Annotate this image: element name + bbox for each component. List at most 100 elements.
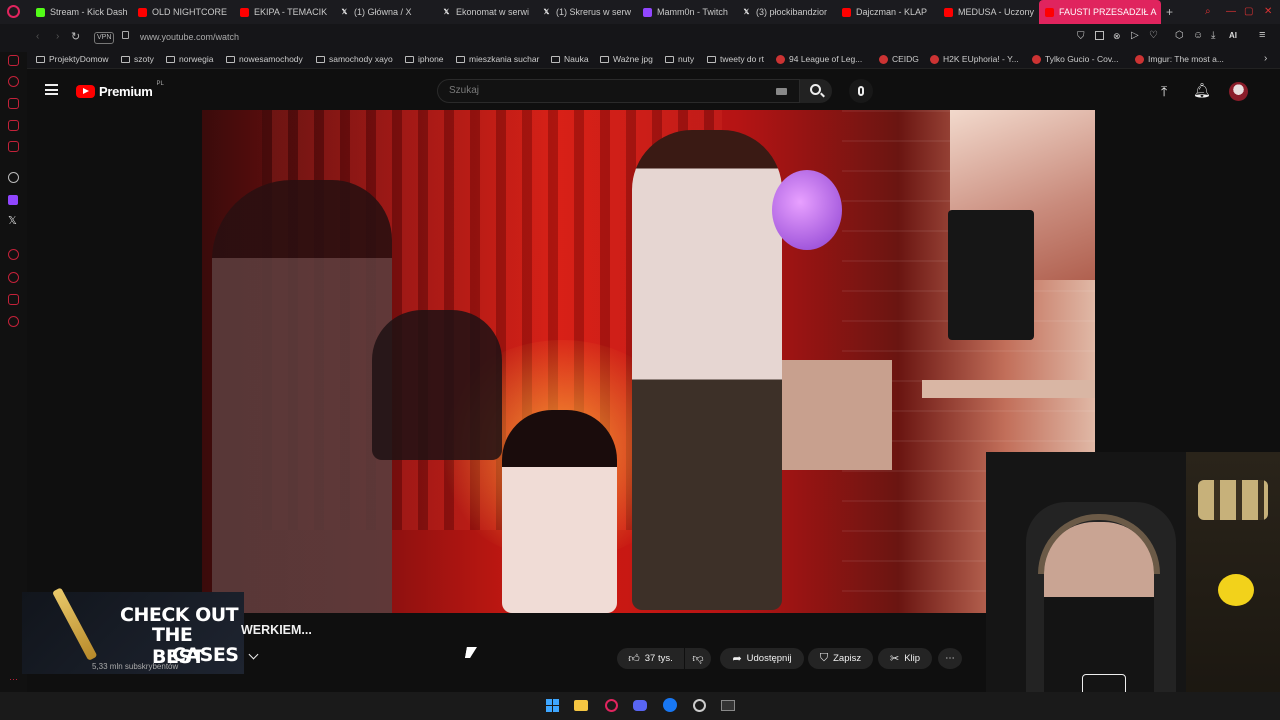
bookmark-label: iphone [418, 54, 444, 64]
sidebar-x-icon[interactable]: 𝕏 [8, 214, 17, 227]
profile-icon[interactable]: ☺ [1193, 30, 1203, 41]
minimize-icon[interactable]: — [1226, 6, 1236, 17]
sidebar-music-icon[interactable] [8, 141, 19, 152]
player-icon[interactable]: ▷ [1131, 30, 1139, 41]
more-actions-button[interactable]: ⋯ [938, 648, 962, 669]
windows-start-icon[interactable] [544, 697, 560, 713]
bookmark-label: H2K EUphoria! - Y... [943, 54, 1019, 64]
bookmark-item[interactable]: Imgur: The most a... [1135, 54, 1224, 64]
webcam-overlay [986, 452, 1280, 720]
vpn-badge[interactable]: VPN [94, 32, 115, 44]
tab-9[interactable]: MEDUSA - Uczony [938, 0, 1036, 24]
search-button[interactable] [800, 79, 832, 103]
tab-0[interactable]: Stream - Kick Dash [30, 0, 128, 24]
sidebar-more-icon[interactable]: ⋯ [9, 674, 18, 685]
tab-3[interactable]: 𝕏 (1) Główna / X [334, 0, 432, 24]
sidebar-extensions-icon[interactable] [8, 294, 19, 305]
tab-10[interactable]: FAUSTI PRZESADZIŁ A [1039, 0, 1161, 24]
dislike-button[interactable]: 👎︎ [685, 648, 711, 669]
tab-1[interactable]: OLD NIGHTCORE [132, 0, 230, 24]
channel-expand-chevron-icon[interactable] [248, 649, 259, 660]
sidebar-chatgpt-icon[interactable] [8, 172, 19, 183]
download-icon[interactable]: ⤓ [1211, 30, 1215, 41]
maximize-icon[interactable]: ▢ [1244, 6, 1253, 17]
video-frame-balloon [772, 170, 842, 250]
sidebar-workspace-icon[interactable] [8, 98, 19, 109]
site-favicon-icon [1135, 54, 1144, 64]
notifications-bell-icon[interactable]: 🔔︎ [1193, 82, 1211, 99]
file-explorer-icon[interactable] [573, 697, 589, 713]
opera-logo-icon[interactable] [7, 5, 20, 18]
sidebar-messages-icon[interactable] [8, 120, 19, 131]
forward-icon[interactable]: › [56, 31, 59, 42]
sidebar-aria-icon[interactable] [8, 76, 19, 87]
url-field[interactable]: www.youtube.com/watch [140, 32, 239, 42]
lock-icon [122, 31, 129, 39]
discord-icon[interactable] [632, 697, 648, 713]
sidebar-home-icon[interactable] [8, 55, 19, 66]
share-button[interactable]: ➦ Udostępnij [720, 648, 804, 669]
tab-5[interactable]: 𝕏 (1) Skrerus w serw [536, 0, 632, 24]
extensions-icon[interactable]: ⬡ [1175, 30, 1184, 41]
like-button[interactable]: 👍︎ 37 tys. [617, 648, 684, 669]
bookmark-item[interactable]: tweety do rt [707, 54, 764, 64]
x-icon: 𝕏 [443, 9, 450, 16]
bookmark-item[interactable]: H2K EUphoria! - Y... [930, 54, 1019, 64]
bookmark-item[interactable]: ProjektyDomow [36, 54, 109, 64]
video-frame-person-left [212, 180, 392, 613]
bookmark-item[interactable]: Tylko Gucio - Cov... [1032, 54, 1119, 64]
clip-button[interactable]: ✂ Klip [878, 648, 932, 669]
video-player[interactable] [202, 110, 1095, 613]
bookmark-icon[interactable]: ⛉ [1077, 31, 1085, 42]
reload-icon[interactable]: ↻ [71, 30, 80, 43]
new-tab-button[interactable]: + [1166, 5, 1173, 19]
bookmark-item[interactable]: Ważne jpg [600, 54, 653, 64]
steam-icon[interactable] [691, 697, 707, 713]
bookmark-item[interactable]: Nauka [551, 54, 589, 64]
bookmark-item[interactable]: nowesamochody [226, 54, 303, 64]
folder-icon [707, 55, 716, 63]
video-title: WERKIEM... [241, 623, 312, 637]
bookmark-item[interactable]: samochody xayo [316, 54, 393, 64]
sidebar-history-icon[interactable] [8, 249, 19, 260]
search-input[interactable]: Szukaj [437, 79, 800, 103]
close-window-icon[interactable]: ✕ [1264, 6, 1272, 17]
youtube-logo[interactable]: Premium PL [76, 81, 164, 99]
tab-6[interactable]: Mamm0n - Twitch [637, 0, 732, 24]
save-button[interactable]: ⛉ Zapisz [808, 648, 873, 669]
hamburger-menu-icon[interactable] [45, 84, 58, 95]
sidebar-settings-icon[interactable] [8, 316, 19, 327]
snapshot-icon[interactable] [1095, 31, 1104, 40]
x-icon: 𝕏 [743, 9, 750, 16]
bookmark-item[interactable]: nuty [665, 54, 694, 64]
menu-icon[interactable]: ≡ [1259, 29, 1265, 41]
ad-line-3: CASES [172, 644, 239, 666]
terminal-icon[interactable] [720, 697, 736, 713]
keyboard-icon[interactable] [776, 88, 787, 95]
bookmark-item[interactable]: mieszkania suchar [456, 54, 539, 64]
voice-search-button[interactable] [849, 79, 873, 103]
sidebar-twitch-icon[interactable] [8, 195, 18, 205]
heart-icon[interactable]: ♡ [1149, 30, 1158, 41]
bookmark-item[interactable]: 94 League of Leg... [776, 54, 862, 64]
search-tabs-icon[interactable]: ⌕ [1205, 6, 1211, 17]
tab-8[interactable]: Dajczman - KLAP [836, 0, 934, 24]
back-icon[interactable]: ‹ [36, 31, 39, 42]
messenger-icon[interactable] [662, 697, 678, 713]
tab-2[interactable]: EKIPA - TEMACIK [234, 0, 330, 24]
adblock-icon[interactable]: ⊗ [1113, 31, 1121, 42]
bookmark-item[interactable]: szoty [121, 54, 154, 64]
opera-taskbar-icon[interactable] [603, 697, 619, 713]
upload-icon[interactable]: ⤒ [1161, 83, 1167, 100]
bookmark-label: tweety do rt [720, 54, 764, 64]
site-favicon-icon [930, 54, 939, 64]
bookmarks-more-icon[interactable]: › [1264, 53, 1267, 64]
avatar[interactable] [1229, 82, 1248, 101]
bookmark-item[interactable]: CEIDG [879, 54, 919, 64]
tab-4[interactable]: 𝕏 Ekonomat w serwi [436, 0, 532, 24]
bookmark-item[interactable]: norwegia [166, 54, 214, 64]
bookmark-item[interactable]: iphone [405, 54, 444, 64]
ai-button[interactable]: AI [1229, 31, 1237, 40]
tab-7[interactable]: 𝕏 (3) płockibandzior [736, 0, 832, 24]
sidebar-clock-icon[interactable] [8, 272, 19, 283]
